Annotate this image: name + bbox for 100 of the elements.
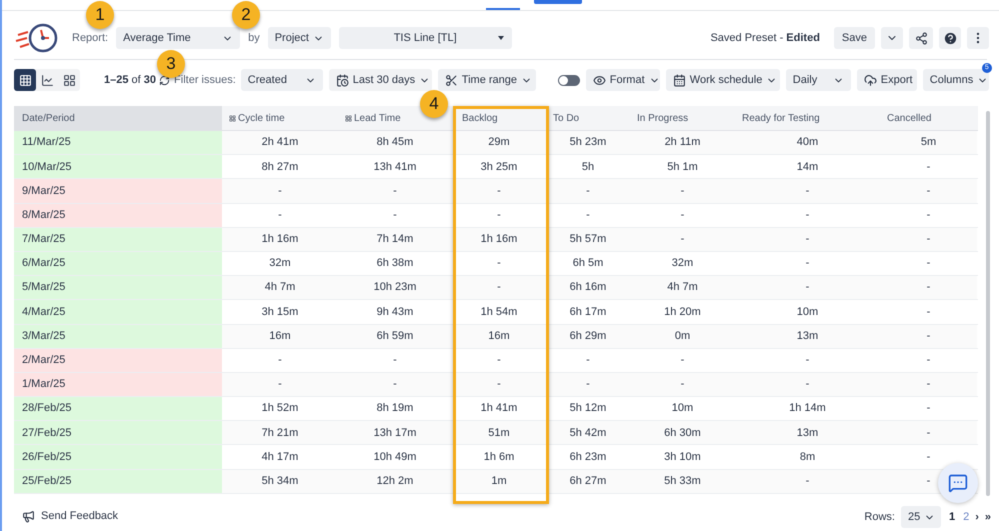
table-cell-text: 6h 30m — [664, 426, 701, 441]
table-cell-text: 7h 14m — [376, 232, 414, 248]
table-cell-text: - — [806, 474, 810, 489]
view-toggle[interactable] — [14, 69, 36, 91]
table-cell-text: 8h 19m — [376, 401, 414, 416]
granularity-select[interactable]: Daily — [786, 69, 851, 91]
table-cell-text: - — [926, 304, 930, 320]
table-cell-text: - — [278, 377, 282, 392]
table-cell-text: 5h 12m — [570, 401, 606, 416]
work-schedule-select[interactable]: Work schedule — [666, 69, 780, 91]
table-cell-text: - — [497, 256, 501, 272]
table-cell-text: 6h 59m — [376, 328, 414, 344]
help-button[interactable] — [939, 27, 961, 49]
table-cell-text: - — [680, 184, 684, 199]
table-cell-text: 12h 2m — [376, 474, 414, 489]
table-cell-text: - — [806, 280, 810, 296]
table-cell-text: - — [926, 474, 930, 489]
board-select[interactable]: TIS Line [TL] — [338, 27, 512, 49]
table-cell-text: - — [806, 184, 810, 199]
column-header: Ready for Testing — [742, 112, 820, 126]
table-cell-text: 1h 16m — [262, 232, 298, 248]
table-cell-text: 5m — [920, 135, 936, 150]
cloud-upload-icon — [864, 74, 877, 86]
table-cell-text: 10h 23m — [374, 280, 416, 296]
table-cell-text: - — [680, 377, 684, 392]
table-cell-text: 3h 15m — [262, 304, 298, 320]
next-page-button[interactable]: › — [975, 508, 979, 526]
report-select[interactable]: Average Time — [116, 27, 240, 49]
table-cell-text: 6h 27m — [570, 474, 606, 489]
table-cell-text: - — [926, 256, 930, 272]
table-cell-text: - — [680, 353, 684, 368]
table-cell-text: 32m — [672, 256, 694, 272]
group-select[interactable]: Project — [268, 27, 331, 49]
save-button[interactable]: Save — [834, 27, 875, 49]
rows-label: Rows: — [864, 510, 895, 525]
time-range-select[interactable]: Time range — [438, 69, 536, 91]
table-cell-text: - — [806, 256, 810, 272]
column-header: In Progress — [637, 112, 688, 126]
table-cell-text: 3h 10m — [664, 450, 701, 465]
column-header: Lead Time — [354, 112, 401, 126]
save-options-button[interactable] — [881, 27, 903, 49]
table-cell-text: 8h 27m — [262, 160, 298, 175]
table-cell-text: - — [806, 208, 810, 223]
table-cell-text: - — [926, 208, 930, 223]
last-page-button[interactable]: » — [984, 508, 991, 526]
share-button[interactable] — [909, 27, 933, 49]
table-cell-text: 1h 52m — [262, 401, 298, 416]
table-cell-text: 4h 7m — [667, 280, 698, 296]
column-header: Backlog — [462, 112, 498, 126]
column-header: Date/Period — [22, 112, 75, 126]
columns-select[interactable]: Columns — [922, 69, 989, 91]
table-cell-text: 6h 23m — [570, 450, 606, 465]
table-cell-text: - — [926, 184, 930, 199]
table-cell-text: - — [806, 377, 810, 392]
table-cell-text: 13m — [796, 426, 818, 441]
table-cell-text: - — [926, 450, 930, 465]
table-cell-text: 3h 25m — [480, 160, 518, 175]
caret-icon — [498, 36, 504, 40]
filter-select[interactable]: Created — [240, 69, 323, 91]
table-cell-text: 1h 16m — [480, 232, 518, 248]
more-button[interactable] — [967, 27, 989, 49]
period-select[interactable]: Last 30 days — [328, 69, 432, 91]
table-cell-text: - — [926, 426, 930, 441]
table-cell-text: 5h 34m — [262, 474, 298, 489]
table-cell-text: 5h 23m — [570, 135, 606, 150]
date-cell: 7/Mar/25 — [14, 228, 222, 251]
table-cell-text: - — [926, 280, 930, 296]
table-cell-text: 1h 14m — [789, 401, 826, 416]
help-icon — [942, 30, 958, 46]
table-cell-text: 14m — [796, 160, 818, 175]
table-cell-text: 51m — [488, 426, 510, 441]
date-cell: 1/Mar/25 — [14, 372, 222, 396]
table-cell-text: 29m — [488, 135, 510, 150]
date-cell: 11/Mar/25 — [14, 131, 222, 154]
date-cell: 3/Mar/25 — [14, 324, 222, 348]
table-cell-text: 32m — [269, 256, 291, 272]
table-cell-text: 4h 17m — [262, 450, 298, 465]
table-cell-text: - — [393, 353, 397, 368]
table-cell-text: - — [680, 208, 684, 223]
table-cell-text: - — [586, 353, 590, 368]
page-link[interactable]: 2 — [963, 508, 970, 526]
chat-button[interactable] — [938, 463, 978, 503]
send-feedback-link[interactable]: Send Feedback — [41, 508, 118, 524]
toggle-switch[interactable] — [558, 74, 580, 86]
table-cell-text: - — [806, 353, 810, 368]
table-cell-text: - — [586, 208, 590, 223]
table-cell-text: 13h 41m — [374, 160, 416, 175]
refresh-button[interactable] — [159, 74, 170, 86]
callout-marker: 2 — [232, 1, 260, 29]
export-button[interactable]: Export — [856, 69, 917, 91]
date-cell: 10/Mar/25 — [14, 155, 222, 178]
date-cell: 27/Feb/25 — [14, 421, 222, 444]
page-link[interactable]: 1 — [948, 508, 956, 526]
rows-select[interactable]: 25 — [900, 506, 941, 528]
calendar-icon — [672, 74, 686, 86]
table-cell-text: 5h 57m — [570, 232, 606, 248]
table-cell-text: - — [393, 208, 397, 223]
format-button[interactable]: Format — [586, 69, 660, 91]
date-cell: 26/Feb/25 — [14, 445, 222, 469]
layout-grid-icon — [62, 74, 76, 86]
